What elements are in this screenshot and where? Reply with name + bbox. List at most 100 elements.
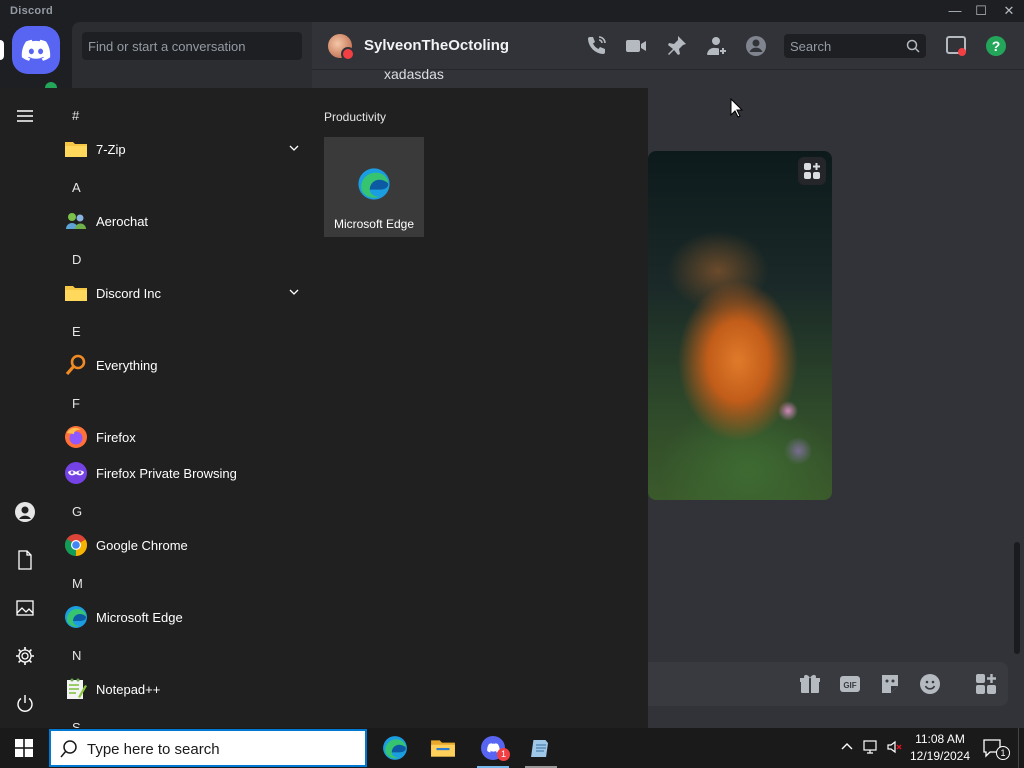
app-notepadpp[interactable]: Notepad++ xyxy=(62,672,312,706)
voice-call-icon[interactable] xyxy=(584,34,608,58)
inbox-icon[interactable] xyxy=(944,34,968,58)
documents-icon[interactable] xyxy=(14,549,36,571)
app-name: Firefox Private Browsing xyxy=(96,466,237,481)
video-call-icon[interactable] xyxy=(624,34,648,58)
close-button[interactable]: ✕ xyxy=(996,2,1022,20)
group-header-n[interactable]: N xyxy=(72,648,81,663)
tile-microsoft-edge[interactable]: Microsoft Edge xyxy=(324,137,424,237)
settings-icon[interactable] xyxy=(14,645,36,667)
app-name: Microsoft Edge xyxy=(96,610,183,625)
edge-icon xyxy=(65,606,87,628)
pin-icon[interactable] xyxy=(664,34,688,58)
app-everything[interactable]: Everything xyxy=(62,348,312,382)
dm-username[interactable]: SylveonTheOctoling xyxy=(364,37,509,54)
discord-badge: 1 xyxy=(497,748,510,761)
message-text: xadasdas xyxy=(384,66,444,82)
hamburger-icon[interactable] xyxy=(14,105,36,127)
start-button[interactable] xyxy=(0,728,48,768)
power-icon[interactable] xyxy=(14,693,36,715)
search-icon xyxy=(60,740,77,758)
taskbar-search-box[interactable]: Type here to search xyxy=(49,729,367,767)
dm-search-input[interactable]: Find or start a conversation xyxy=(82,32,302,60)
start-menu-rail xyxy=(0,88,48,728)
app-name: Everything xyxy=(96,358,158,373)
app-title: Discord xyxy=(10,5,54,17)
app-microsoft-edge[interactable]: Microsoft Edge xyxy=(62,600,312,634)
magnifier-icon xyxy=(65,354,86,376)
app-discord-inc[interactable]: Discord Inc xyxy=(62,276,312,310)
file-explorer-icon xyxy=(431,740,455,757)
app-google-chrome[interactable]: Google Chrome xyxy=(62,528,312,562)
avatar[interactable] xyxy=(328,34,355,61)
discord-logo-icon xyxy=(21,39,51,61)
taskbar: Type here to search 1 11:08 AM 12/19/202… xyxy=(0,728,1024,768)
notepadpp-icon xyxy=(67,678,87,699)
folder-icon xyxy=(65,142,87,157)
app-aerochat[interactable]: Aerochat xyxy=(62,204,312,238)
group-header-f[interactable]: F xyxy=(72,396,80,411)
windows-logo-icon xyxy=(15,739,33,757)
pictures-icon[interactable] xyxy=(14,597,36,619)
user-profile-icon[interactable] xyxy=(744,34,768,58)
chat-header: SylveonTheOctoling Search ? xyxy=(312,22,1024,70)
network-icon[interactable] xyxy=(862,738,880,756)
app-name: Aerochat xyxy=(96,214,149,229)
mouse-cursor-icon xyxy=(730,98,744,118)
gift-icon[interactable] xyxy=(798,672,822,696)
image-attachment[interactable] xyxy=(648,151,832,500)
group-header-m[interactable]: M xyxy=(72,576,83,591)
apps-icon[interactable] xyxy=(974,672,998,696)
taskbar-discord[interactable]: 1 xyxy=(469,728,517,768)
chevron-down-icon[interactable] xyxy=(288,142,300,154)
clock-date[interactable]: 12/19/2024 xyxy=(908,749,972,763)
show-desktop-button[interactable] xyxy=(1018,728,1024,768)
add-friends-icon[interactable] xyxy=(704,34,728,58)
group-header-hash[interactable]: # xyxy=(72,108,79,123)
group-header-g[interactable]: G xyxy=(72,504,82,519)
app-firefox[interactable]: Firefox xyxy=(62,420,312,454)
svg-text:GIF: GIF xyxy=(843,681,856,690)
group-header-e[interactable]: E xyxy=(72,324,81,339)
firefox-icon xyxy=(65,426,87,448)
image-apps-button[interactable] xyxy=(798,157,826,185)
clock-time[interactable]: 11:08 AM xyxy=(908,732,972,746)
app-name: Firefox xyxy=(96,430,136,445)
discord-home-button[interactable] xyxy=(12,26,60,74)
help-icon[interactable]: ? xyxy=(984,34,1008,58)
chat-search-input[interactable]: Search xyxy=(784,34,926,58)
firefox-private-icon xyxy=(65,462,87,484)
notepad-icon xyxy=(531,740,549,757)
group-header-s[interactable]: S xyxy=(72,720,81,728)
notification-count-badge: 1 xyxy=(996,746,1010,760)
emoji-icon[interactable] xyxy=(918,672,942,696)
app-name: Discord Inc xyxy=(96,286,162,301)
app-firefox-private[interactable]: Firefox Private Browsing xyxy=(62,456,312,490)
chevron-down-icon[interactable] xyxy=(288,286,300,298)
taskbar-search-placeholder: Type here to search xyxy=(87,741,220,758)
discord-title-bar: Discord — ☐ ✕ xyxy=(0,0,1024,22)
chevron-up-icon[interactable] xyxy=(838,738,856,756)
app-name: Notepad++ xyxy=(96,682,161,697)
taskbar-notepad[interactable] xyxy=(517,728,565,768)
taskbar-edge[interactable] xyxy=(371,728,419,768)
svg-text:?: ? xyxy=(992,38,1001,54)
chat-scrollbar[interactable] xyxy=(1014,542,1020,654)
tile-group-header[interactable]: Productivity xyxy=(324,110,386,124)
all-apps-list: # 7-Zip A Aerochat D Discord Inc E Every… xyxy=(48,88,312,728)
app-7zip[interactable]: 7-Zip xyxy=(62,132,312,166)
taskbar-file-explorer[interactable] xyxy=(419,728,467,768)
tile-label: Microsoft Edge xyxy=(333,217,415,231)
group-header-a[interactable]: A xyxy=(72,180,81,195)
selected-indicator xyxy=(0,40,4,60)
gif-icon[interactable]: GIF xyxy=(838,672,862,696)
volume-muted-icon[interactable] xyxy=(886,738,904,756)
group-header-d[interactable]: D xyxy=(72,252,81,267)
sticker-icon[interactable] xyxy=(878,672,902,696)
apps-icon xyxy=(804,163,820,179)
start-menu: # 7-Zip A Aerochat D Discord Inc E Every… xyxy=(0,88,648,728)
chrome-icon xyxy=(65,534,87,556)
search-placeholder: Search xyxy=(790,39,832,54)
minimize-button[interactable]: — xyxy=(942,2,968,20)
maximize-button[interactable]: ☐ xyxy=(968,2,994,20)
user-icon[interactable] xyxy=(14,501,36,523)
